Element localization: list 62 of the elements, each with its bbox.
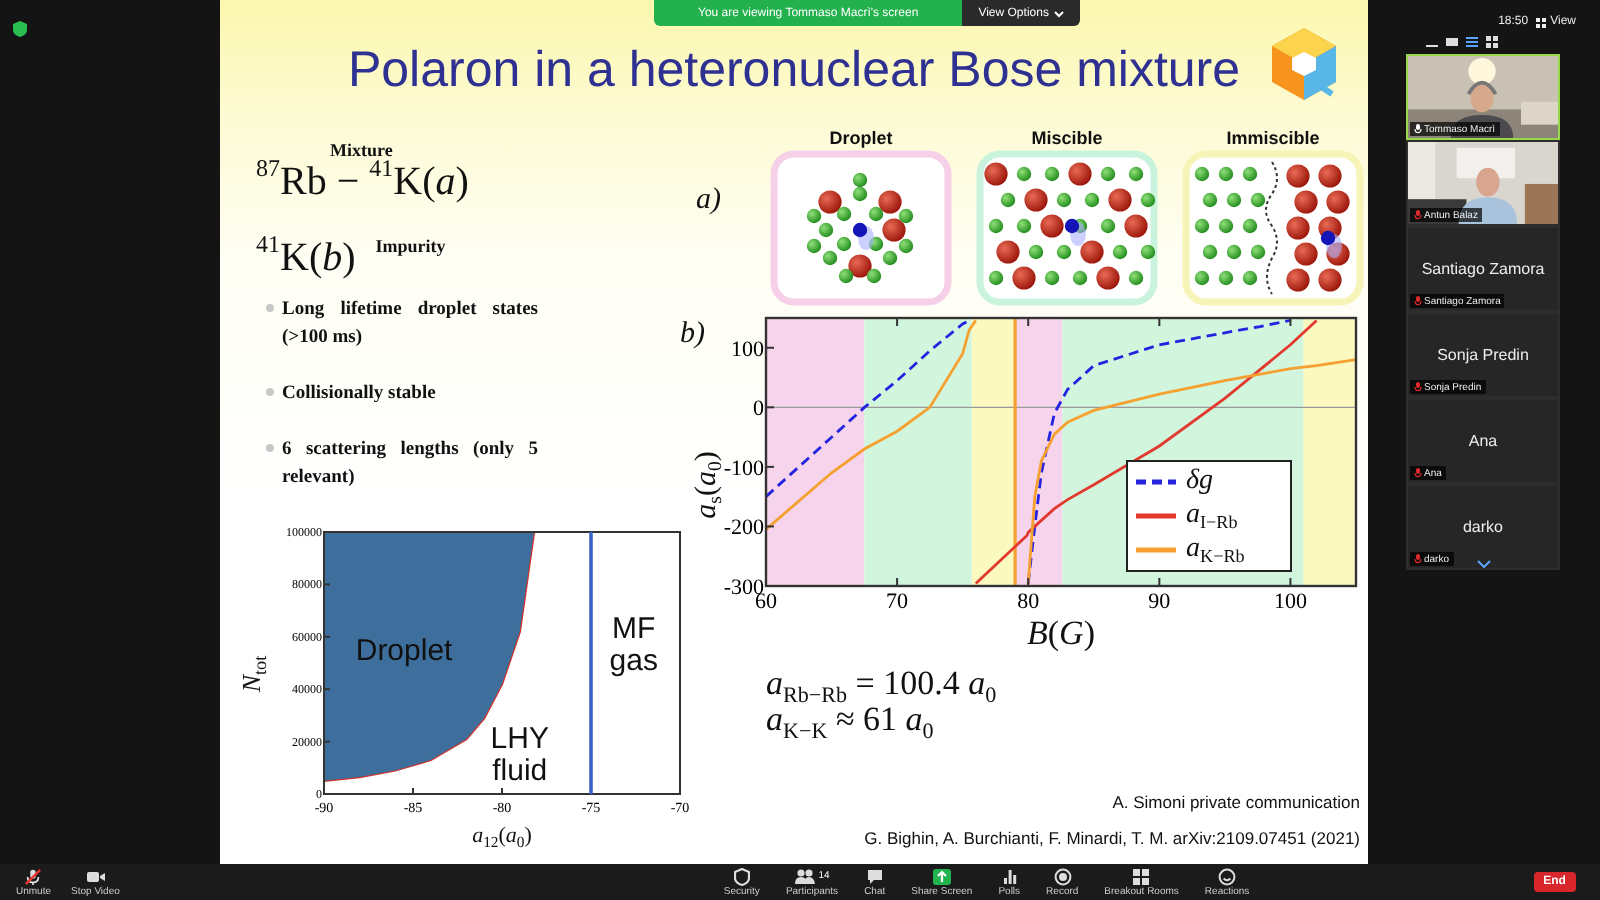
people-icon [794, 867, 817, 885]
region-label: Droplet [355, 633, 453, 668]
axis-label: B(G) [1026, 618, 1095, 650]
bar-chart-icon [1001, 867, 1018, 885]
participant-name: Santiago Zamora [1421, 260, 1545, 278]
bullet-text: Collisionally stable [282, 382, 438, 408]
tick-label: 0 [753, 397, 764, 422]
formula: a$_{Rb−Rb}$ = 100.4 a$_{0}$ [766, 666, 997, 702]
shield-icon [733, 867, 750, 885]
legend-swatch [1136, 512, 1176, 520]
shield-icon [12, 20, 28, 38]
citation: G. Bighin, A. Burchianti, F. Minardi, T. M. arXiv:2109.07451 (2021) [864, 828, 1360, 848]
participant-name: Ana [1468, 432, 1498, 450]
credit-note: A. Simoni private communication [1112, 792, 1360, 812]
grid-icon [1132, 867, 1151, 885]
bullet-icon [266, 388, 274, 396]
square-icon [1446, 36, 1458, 48]
muted-microphone-icon [24, 867, 43, 885]
legend-label: δg [1186, 466, 1214, 498]
bullet-icon [266, 444, 274, 452]
illustration-label: Droplet [829, 128, 893, 150]
impurity-formula: $^{41}$K(b) [256, 236, 356, 280]
grid-icon [1486, 36, 1498, 48]
tick-label: 90 [1148, 590, 1171, 614]
mixture-label: Mixture [330, 140, 393, 160]
tick-label: 60 [755, 590, 777, 614]
participant-name: darko [1462, 518, 1503, 536]
tick-label: 100 [1273, 590, 1307, 614]
smiley-icon [1218, 867, 1237, 885]
bullet-text: 6 scattering lengths (only 5 relevant) [282, 438, 538, 492]
mixture-formula: $^{87}$Rb − $^{41}$K(a) [256, 160, 469, 204]
camera-icon [85, 867, 106, 885]
legend-label: a$_{I−Rb}$ [1186, 500, 1238, 532]
slide-title: Polaron in a heteronuclear Bose mixture [347, 41, 1241, 99]
legend-swatch [1136, 478, 1176, 486]
record-icon [1053, 867, 1072, 885]
illustration-label: Miscible [1031, 128, 1103, 150]
tick-label: -200 [723, 516, 764, 541]
grid-icon [1536, 17, 1547, 27]
tick-label: -100 [723, 456, 764, 481]
chat-bubble-icon [865, 867, 884, 885]
legend-label: a$_{K−Rb}$ [1186, 534, 1245, 566]
panel-label: a) [696, 184, 723, 218]
bullet-text: Long lifetime droplet states (>100 ms) [282, 298, 538, 352]
tick-label: 70 [886, 590, 909, 614]
axis-label: a$_{12}$(a$_{0}$) [472, 824, 532, 848]
formula: a$_{K−K}$ ≈ 61 a$_{0}$ [766, 702, 934, 738]
list-icon [1466, 36, 1478, 48]
caret-icon [1054, 9, 1065, 17]
illustration-label: Immiscible [1226, 128, 1320, 150]
region-label: LHY fluid [490, 722, 549, 789]
impurity-label: Impurity [375, 236, 446, 256]
share-arrow-icon [931, 867, 952, 885]
participant-name: Sonja Predin [1437, 346, 1529, 364]
tick-label: 100 [731, 337, 764, 362]
legend-swatch [1136, 546, 1176, 554]
region-label: MF gas [609, 612, 658, 679]
tick-label: 80 [1017, 590, 1040, 614]
bullet-icon [266, 304, 274, 312]
chevron-down-icon [1476, 560, 1492, 568]
panel-label: b) [680, 318, 705, 352]
hexagon-logo [1268, 25, 1340, 101]
